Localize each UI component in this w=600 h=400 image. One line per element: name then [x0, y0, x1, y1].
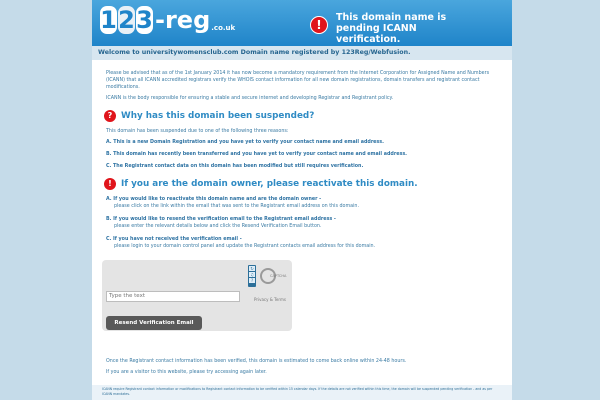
captcha-input[interactable] — [106, 291, 240, 302]
exclamation-icon: ! — [104, 178, 116, 190]
step-b-desc: please enter the relevant details below … — [114, 224, 322, 229]
suspended-lead: This domain has been suspended due to on… — [106, 129, 289, 134]
step-a: A. If you would like to reactivate this … — [106, 196, 496, 210]
bottom-text: Once the Registrant contact information … — [106, 358, 496, 380]
page: 1 2 3 -reg .co.uk ! This domain name is … — [92, 0, 512, 400]
question-icon: ? — [104, 110, 116, 122]
step-c-desc: please login to your domain control pane… — [114, 244, 376, 249]
captcha-logo-text: CAPTCHA — [270, 274, 287, 278]
reason-a: A. This is a new Domain Registration and… — [106, 140, 384, 145]
step-a-desc: please click on the link within the emai… — [114, 204, 359, 209]
owner-title: If you are the domain owner, please reac… — [121, 179, 418, 189]
header-bar: 1 2 3 -reg .co.uk ! This domain name is … — [92, 0, 512, 46]
footer-note: ICANN require Registrant contact informa… — [92, 385, 512, 400]
step-a-heading: A. If you would like to reactivate this … — [106, 197, 322, 202]
owner-heading: ! If you are the domain owner, please re… — [104, 178, 496, 190]
captcha-toolbar: ↻ ♫ ? — [248, 265, 256, 287]
audio-icon[interactable]: ♫ — [249, 272, 255, 277]
main-content: Please be advised that as of the 1st Jan… — [102, 70, 496, 331]
resend-verification-button[interactable]: Resend Verification Email — [106, 316, 202, 330]
privacy-terms-link[interactable]: Privacy & Terms — [254, 296, 286, 303]
suspended-title: Why has this domain been suspended? — [121, 111, 315, 121]
estimate-paragraph: Once the Registrant contact information … — [106, 359, 407, 364]
refresh-icon[interactable]: ↻ — [249, 266, 255, 271]
suspended-heading: ? Why has this domain been suspended? — [104, 110, 496, 122]
help-icon[interactable]: ? — [249, 278, 255, 283]
welcome-banner: Welcome to universitywomensclub.com Doma… — [92, 46, 512, 60]
reason-b: B. This domain has recently been transfe… — [106, 152, 407, 157]
header-alert-text: This domain name is pending ICANN verifi… — [336, 12, 447, 45]
logo-digit-2: 2 — [118, 6, 135, 34]
icann-paragraph: ICANN is the body responsible for ensuri… — [106, 96, 394, 101]
step-b: B. If you would like to resend the verif… — [106, 216, 496, 230]
visitor-paragraph: If you are a visitor to this website, pl… — [106, 370, 267, 375]
reason-c: C. The Registrant contact data on this d… — [106, 164, 364, 169]
captcha-widget: ↻ ♫ ? CAPTCHA Privacy & Terms Resend Ver… — [102, 260, 292, 331]
logo-digit-1: 1 — [100, 6, 117, 34]
step-c-heading: C. If you have not received the verifica… — [106, 237, 242, 242]
warning-icon: ! — [310, 16, 328, 34]
step-c: C. If you have not received the verifica… — [106, 236, 496, 250]
logo-digit-3: 3 — [136, 6, 153, 34]
logo-reg-text: -reg — [155, 6, 211, 34]
logo-tld-text: .co.uk — [211, 24, 236, 32]
intro-paragraph: Please be advised that as of the 1st Jan… — [106, 71, 490, 90]
brand-logo[interactable]: 1 2 3 -reg .co.uk — [100, 6, 235, 38]
step-b-heading: B. If you would like to resend the verif… — [106, 217, 336, 222]
